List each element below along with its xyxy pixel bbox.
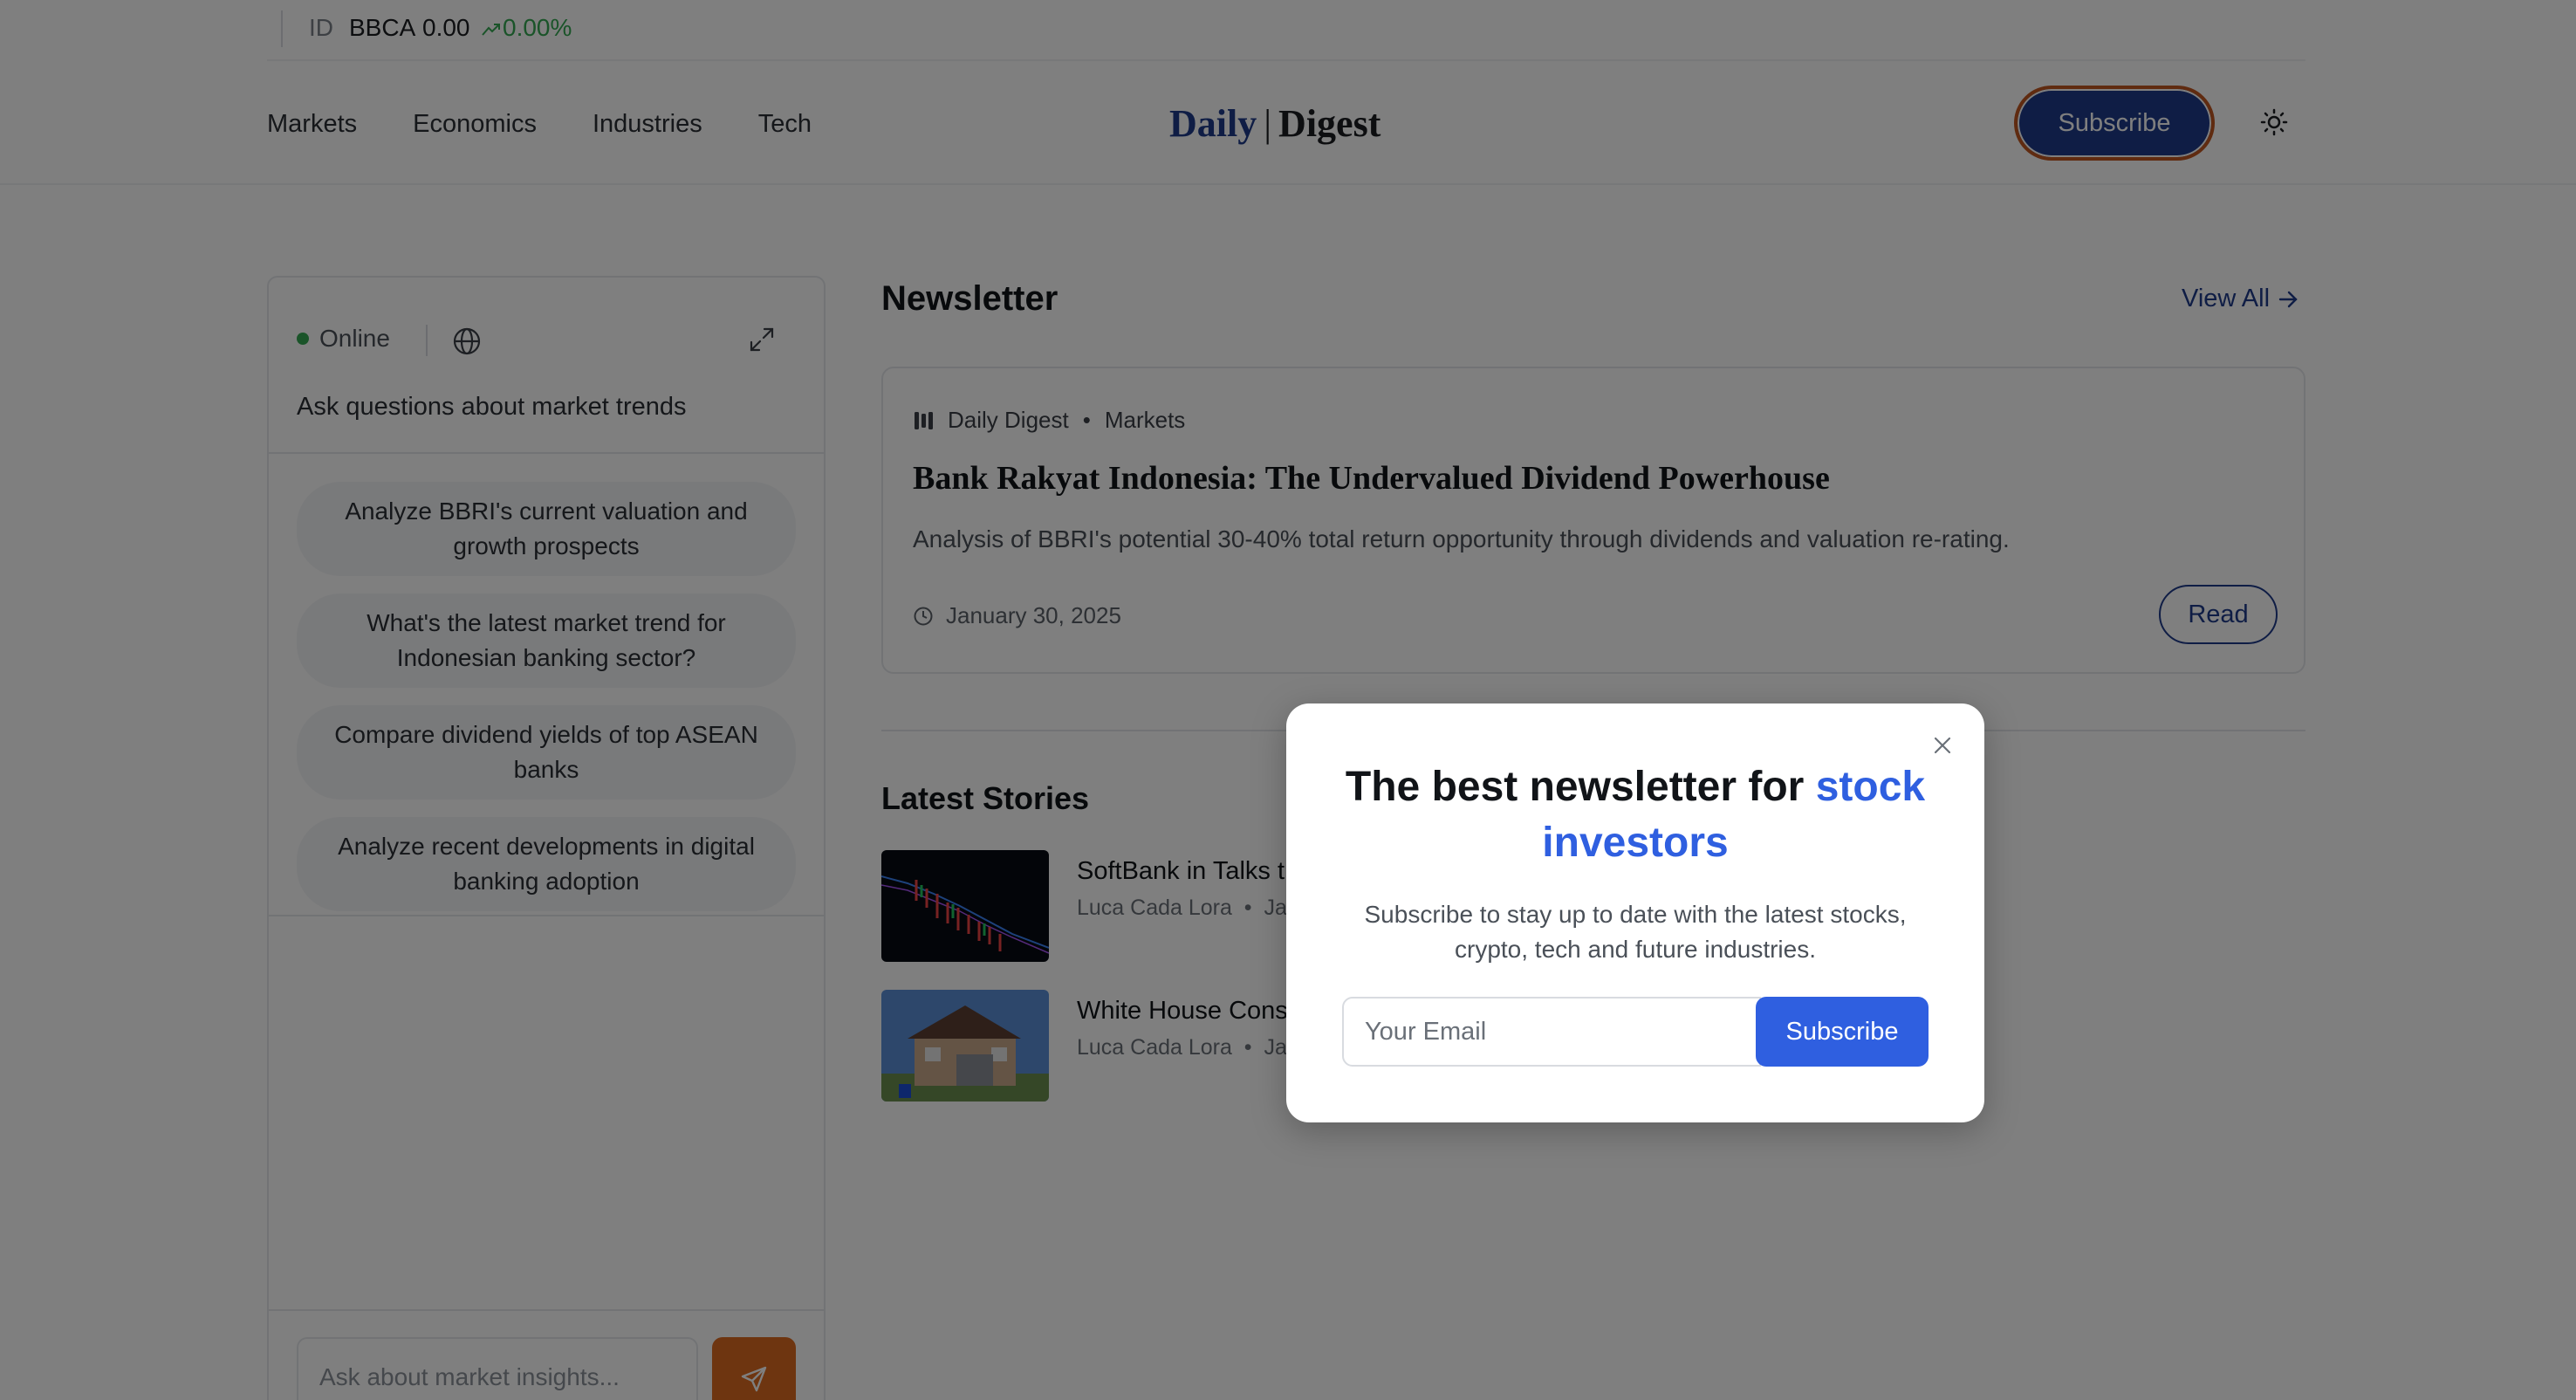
close-icon[interactable]	[1927, 730, 1958, 761]
modal-backdrop[interactable]	[0, 0, 2576, 1400]
modal-subscribe-button[interactable]: Subscribe	[1756, 997, 1929, 1067]
email-field[interactable]: Your Email	[1342, 997, 1761, 1067]
modal-title: The best newsletter for stock investors	[1321, 759, 1949, 871]
modal-subtitle: Subscribe to stay up to date with the la…	[1364, 901, 1907, 963]
subscribe-modal: The best newsletter for stock investors …	[1286, 703, 1984, 1122]
page: ID BBCA 0.00 0.00% Markets Economics Ind…	[0, 0, 2576, 1400]
modal-title-prefix: The best newsletter for	[1345, 764, 1805, 810]
